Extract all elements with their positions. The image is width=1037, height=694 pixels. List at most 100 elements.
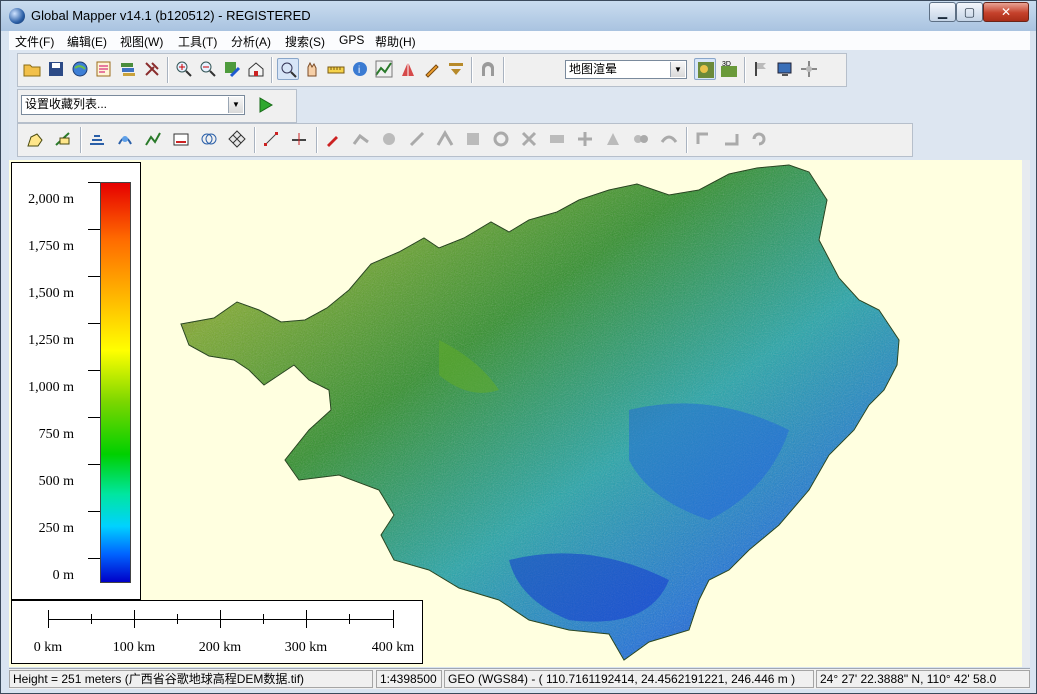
- 3d-view-icon[interactable]: 3D: [718, 58, 740, 80]
- disabled-tool-4-icon[interactable]: [434, 128, 456, 150]
- disabled-tool-13-icon[interactable]: [692, 128, 714, 150]
- measure-ruler-icon[interactable]: [325, 58, 347, 80]
- disabled-tool-11-icon[interactable]: [630, 128, 652, 150]
- zoom-in-icon[interactable]: [173, 58, 195, 80]
- toolbar-separator: [80, 127, 82, 153]
- scale-tick-major: [220, 610, 221, 628]
- menu-tools[interactable]: 工具(T): [178, 33, 217, 50]
- path-profile-icon[interactable]: [373, 58, 395, 80]
- home-icon[interactable]: [245, 58, 267, 80]
- split-line-icon[interactable]: [288, 128, 310, 150]
- zoom-tool-icon[interactable]: [277, 58, 299, 80]
- disabled-tool-2-icon[interactable]: [378, 128, 400, 150]
- disabled-tool-10-icon[interactable]: [602, 128, 624, 150]
- map-layout-icon[interactable]: [93, 58, 115, 80]
- draw-tool-icon[interactable]: [322, 128, 344, 150]
- digitizer-toolbar: [17, 123, 913, 157]
- gps-connect-icon[interactable]: [798, 58, 820, 80]
- digitizer-icon[interactable]: [421, 58, 443, 80]
- grid-icon[interactable]: [226, 128, 248, 150]
- cad-convert-icon[interactable]: [170, 128, 192, 150]
- globe-icon[interactable]: [69, 58, 91, 80]
- chevron-down-icon[interactable]: ▼: [670, 62, 685, 77]
- run-play-icon[interactable]: [254, 94, 276, 116]
- menu-file[interactable]: 文件(F): [15, 33, 54, 50]
- disabled-tool-3-icon[interactable]: [406, 128, 428, 150]
- vertex-edit-icon[interactable]: [260, 128, 282, 150]
- disabled-tool-8-icon[interactable]: [546, 128, 568, 150]
- toolbar-separator: [471, 57, 473, 83]
- scale-tick-major: [306, 610, 307, 628]
- disabled-tool-6-icon[interactable]: [490, 128, 512, 150]
- legend-tick: [88, 323, 100, 324]
- 3d-arch-icon[interactable]: [477, 58, 499, 80]
- disabled-tool-5-icon[interactable]: [462, 128, 484, 150]
- legend-label: 2,000 m: [28, 192, 74, 207]
- zoom-full-icon[interactable]: [221, 58, 243, 80]
- status-bar: Height = 251 meters (广西省谷歌地球高程DEM数据.tif)…: [9, 668, 1030, 689]
- globe-app-icon: [9, 8, 25, 24]
- legend-label: 750 m: [38, 427, 74, 442]
- minimize-button[interactable]: ▁: [929, 2, 956, 22]
- zoom-out-icon[interactable]: [197, 58, 219, 80]
- menu-analysis[interactable]: 分析(A): [231, 33, 271, 50]
- legend-label: 1,500 m: [28, 286, 74, 301]
- app-window: Global Mapper v14.1 (b120512) - REGISTER…: [0, 0, 1037, 694]
- menu-gps[interactable]: GPS: [339, 33, 364, 47]
- favorites-list-select[interactable]: 设置收藏列表... ▼: [21, 95, 245, 115]
- legend-tick: [88, 558, 100, 559]
- legend-label: 1,750 m: [28, 239, 74, 254]
- status-dms: 24° 27' 22.3888" N, 110° 42' 58.0: [816, 670, 1030, 688]
- vertical-scrollbar[interactable]: [1022, 160, 1030, 667]
- disabled-tool-14-icon[interactable]: [720, 128, 742, 150]
- shader-options-icon[interactable]: [694, 58, 716, 80]
- map-view[interactable]: 2,000 m 1,750 m 1,500 m 1,250 m 1,000 m …: [9, 160, 1030, 667]
- disabled-tool-12-icon[interactable]: [658, 128, 680, 150]
- toolbar-separator: [167, 57, 169, 83]
- scale-label: 100 km: [112, 640, 156, 655]
- disabled-tool-15-icon[interactable]: [748, 128, 770, 150]
- create-contours-icon[interactable]: [86, 128, 108, 150]
- close-button[interactable]: ✕: [983, 2, 1029, 22]
- menu-bar: 文件(F) 编辑(E) 视图(W) 工具(T) 分析(A) 搜索(S) GPS …: [9, 31, 1030, 50]
- scale-tick-minor: [349, 614, 350, 624]
- create-area-icon[interactable]: [24, 128, 46, 150]
- status-scale: 1:4398500: [376, 670, 442, 688]
- flag-marker-icon[interactable]: [750, 58, 772, 80]
- layers-icon[interactable]: [117, 58, 139, 80]
- scale-tick-minor: [91, 614, 92, 624]
- menu-search[interactable]: 搜索(S): [285, 33, 325, 50]
- dropdown-tool-icon[interactable]: [445, 58, 467, 80]
- settings-tools-icon[interactable]: [141, 58, 163, 80]
- menu-view[interactable]: 视图(W): [120, 33, 163, 50]
- dem-elevation-map[interactable]: [9, 160, 1030, 667]
- scale-tick-minor: [177, 614, 178, 624]
- menu-help[interactable]: 帮助(H): [375, 33, 416, 50]
- main-toolbar: i 地图渲晕 ▼ 3D: [17, 53, 847, 87]
- info-query-icon[interactable]: i: [349, 58, 371, 80]
- save-icon[interactable]: [45, 58, 67, 80]
- scale-tick-minor: [263, 614, 264, 624]
- maximize-button[interactable]: ▢: [956, 2, 983, 22]
- toolbar-separator: [744, 57, 746, 83]
- status-coordinates: GEO (WGS84) - ( 110.7161192414, 24.45621…: [444, 670, 814, 688]
- legend-tick: [88, 370, 100, 371]
- open-folder-icon[interactable]: [21, 58, 43, 80]
- watershed-icon[interactable]: [114, 128, 136, 150]
- legend-label: 0 m: [52, 568, 74, 583]
- legend-tick: [88, 417, 100, 418]
- disabled-tool-9-icon[interactable]: [574, 128, 596, 150]
- view-shed-icon[interactable]: [397, 58, 419, 80]
- combine-terrain-icon[interactable]: [142, 128, 164, 150]
- render-mode-select[interactable]: 地图渲晕 ▼: [565, 60, 687, 79]
- disabled-tool-7-icon[interactable]: [518, 128, 540, 150]
- export-screen-icon[interactable]: [774, 58, 796, 80]
- create-line-icon[interactable]: [52, 128, 74, 150]
- menu-edit[interactable]: 编辑(E): [67, 33, 107, 50]
- favorites-toolbar: 设置收藏列表... ▼: [17, 89, 297, 123]
- chevron-down-icon[interactable]: ▼: [228, 97, 243, 113]
- svg-text:3D: 3D: [722, 61, 731, 68]
- buffer-icon[interactable]: [198, 128, 220, 150]
- pan-hand-icon[interactable]: [301, 58, 323, 80]
- disabled-tool-1-icon[interactable]: [350, 128, 372, 150]
